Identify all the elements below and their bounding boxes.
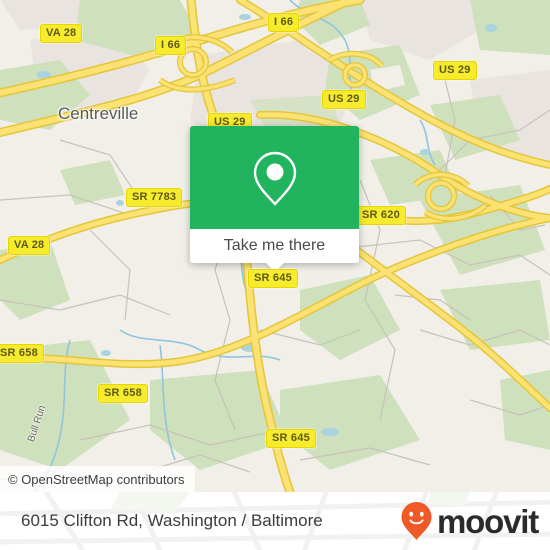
destination-address-text: 6015 Clifton Rd, Washington / Baltimore	[21, 511, 323, 530]
destination-callout-card[interactable]: Take me there	[190, 126, 359, 272]
road-shield-i-66-east[interactable]: I 66	[268, 13, 300, 32]
moovit-wordmark: moovit	[437, 502, 539, 540]
destination-address: 6015 Clifton Rd, Washington / Baltimore	[21, 492, 323, 550]
moovit-brand[interactable]: moovit	[400, 492, 539, 550]
road-shield-sr-7783[interactable]: SR 7783	[126, 188, 183, 207]
callout-pin-panel	[190, 126, 359, 229]
road-shield-sr-620[interactable]: SR 620	[356, 206, 406, 225]
moovit-smiley-pin-icon	[401, 502, 432, 540]
road-shield-va-28-south[interactable]: VA 28	[8, 236, 51, 255]
road-shield-us-29-center[interactable]: US 29	[322, 90, 366, 109]
take-me-there-label: Take me there	[223, 237, 326, 254]
road-shield-us-29-northeast[interactable]: US 29	[433, 61, 477, 80]
osm-attribution-text: © OpenStreetMap contributors	[8, 471, 185, 487]
road-shield-sr-645-upper[interactable]: SR 645	[248, 269, 298, 288]
road-shield-i-66-west[interactable]: I 66	[155, 36, 187, 55]
road-shield-sr-645-lower[interactable]: SR 645	[266, 429, 316, 448]
moovit-map-screenshot: Centreville Bull Run VA 28 I 66 I 66 US …	[0, 0, 550, 550]
map-pin-icon	[253, 151, 296, 206]
bottom-info-bar: 6015 Clifton Rd, Washington / Baltimore …	[0, 492, 550, 550]
road-shield-sr-658-west[interactable]: SR 658	[0, 344, 44, 363]
take-me-there-button[interactable]: Take me there	[190, 229, 359, 263]
road-shield-sr-658-east[interactable]: SR 658	[98, 384, 148, 403]
place-label-centreville: Centreville	[58, 104, 139, 123]
osm-attribution[interactable]: © OpenStreetMap contributors	[0, 466, 195, 492]
road-shield-va-28-north[interactable]: VA 28	[40, 24, 83, 43]
